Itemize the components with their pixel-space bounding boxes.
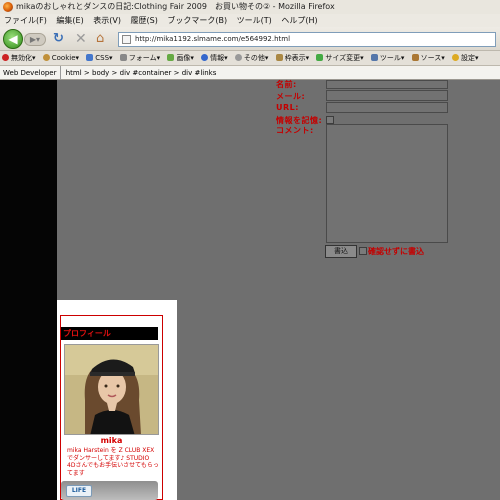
misc-icon (234, 54, 242, 61)
menu-history[interactable]: 履歴(S) (131, 16, 158, 25)
menu-bookmarks[interactable]: ブックマーク(B) (167, 16, 227, 25)
disable-icon (2, 54, 9, 61)
tb-forms[interactable]: フォーム▾ (119, 51, 160, 65)
menu-tools[interactable]: ツール(T) (237, 16, 272, 25)
css-icon (86, 54, 94, 61)
options-icon (452, 54, 460, 61)
outline-icon (275, 54, 283, 61)
resize-icon (316, 54, 324, 61)
menu-bar: ファイル(F) 編集(E) 表示(V) 履歴(S) ブックマーク(B) ツール(… (0, 14, 500, 27)
navigation-toolbar: ◀ ▶▾ ↻ ✕ ⌂ http://mika1192.slmame.com/e5… (0, 27, 500, 51)
left-black-column (0, 80, 57, 500)
avatar-image (65, 345, 158, 434)
tb-info[interactable]: 情報▾ (201, 51, 228, 65)
tb-source[interactable]: ソース▾ (411, 51, 445, 65)
info-icon (201, 54, 209, 61)
tb-resize[interactable]: サイズ変更▾ (316, 51, 364, 65)
url-field[interactable] (326, 102, 448, 113)
tb-css[interactable]: CSS▾ (86, 51, 113, 65)
url-label: URL: (276, 103, 299, 112)
name-label: 名前: (276, 80, 297, 89)
address-url: http://mika1192.slmame.com/e564992.html (135, 35, 291, 43)
stop-icon[interactable]: ✕ (75, 32, 89, 46)
profile-description: mika Harstein を Z CLUB XEXでダンサーしてます♪ STU… (67, 447, 159, 477)
reload-icon[interactable]: ↻ (53, 32, 67, 46)
tb-tools[interactable]: ツール▾ (370, 51, 404, 65)
name-field[interactable] (326, 80, 448, 89)
window-title: mikaのおしゃれとダンスの日記:Clothing Fair 2009 お買い物… (16, 2, 335, 11)
tb-outline[interactable]: 枠表示▾ (275, 51, 309, 65)
window-titlebar: mikaのおしゃれとダンスの日記:Clothing Fair 2009 お買い物… (0, 0, 500, 14)
element-breadcrumb-bar: Web Developer html > body > div #contain… (0, 66, 500, 80)
tb-images[interactable]: 画像▾ (167, 51, 194, 65)
home-icon[interactable]: ⌂ (96, 31, 112, 46)
tb-cookie[interactable]: Cookie▾ (42, 51, 79, 65)
address-bar[interactable]: http://mika1192.slmame.com/e564992.html (118, 32, 496, 47)
forward-arrow-icon[interactable]: ▶▾ (24, 33, 46, 46)
menu-edit[interactable]: 編集(E) (56, 16, 83, 25)
submit-button[interactable]: 書込 (325, 245, 357, 258)
avatar (64, 344, 159, 435)
cookie-icon (42, 54, 50, 61)
form-icon (119, 54, 127, 61)
firefox-logo-icon (3, 2, 13, 12)
mail-label: メール: (276, 92, 306, 101)
web-developer-toolbar: 無効化▾ Cookie▾ CSS▾ フォーム▾ 画像▾ 情報▾ その他▾ 枠表示… (0, 51, 500, 66)
mail-field[interactable] (326, 90, 448, 101)
remember-checkbox[interactable] (326, 116, 334, 124)
life-logo[interactable]: LIFE (66, 485, 92, 497)
back-arrow-icon[interactable]: ◀ (3, 29, 23, 49)
tb-disable[interactable]: 無効化▾ (2, 51, 36, 65)
menu-help[interactable]: ヘルプ(H) (281, 16, 317, 25)
confirm-label: 確認せずに書込 (368, 247, 424, 256)
web-developer-label[interactable]: Web Developer (0, 66, 61, 80)
profile-name[interactable]: mika (60, 436, 163, 445)
comment-label: コメント: (276, 126, 314, 135)
confirm-checkbox[interactable] (359, 247, 367, 255)
tb-misc[interactable]: その他▾ (234, 51, 268, 65)
tools-icon (370, 54, 378, 61)
menu-file[interactable]: ファイル(F) (4, 16, 47, 25)
menu-view[interactable]: 表示(V) (93, 16, 121, 25)
profile-heading: プロフィール (61, 327, 158, 340)
source-icon (411, 54, 419, 61)
image-icon (167, 54, 175, 61)
comment-textarea[interactable] (326, 124, 448, 243)
tb-options[interactable]: 設定▾ (452, 51, 479, 65)
breadcrumb-path[interactable]: html > body > div #container > div #link… (63, 66, 217, 80)
page-icon (122, 35, 131, 44)
